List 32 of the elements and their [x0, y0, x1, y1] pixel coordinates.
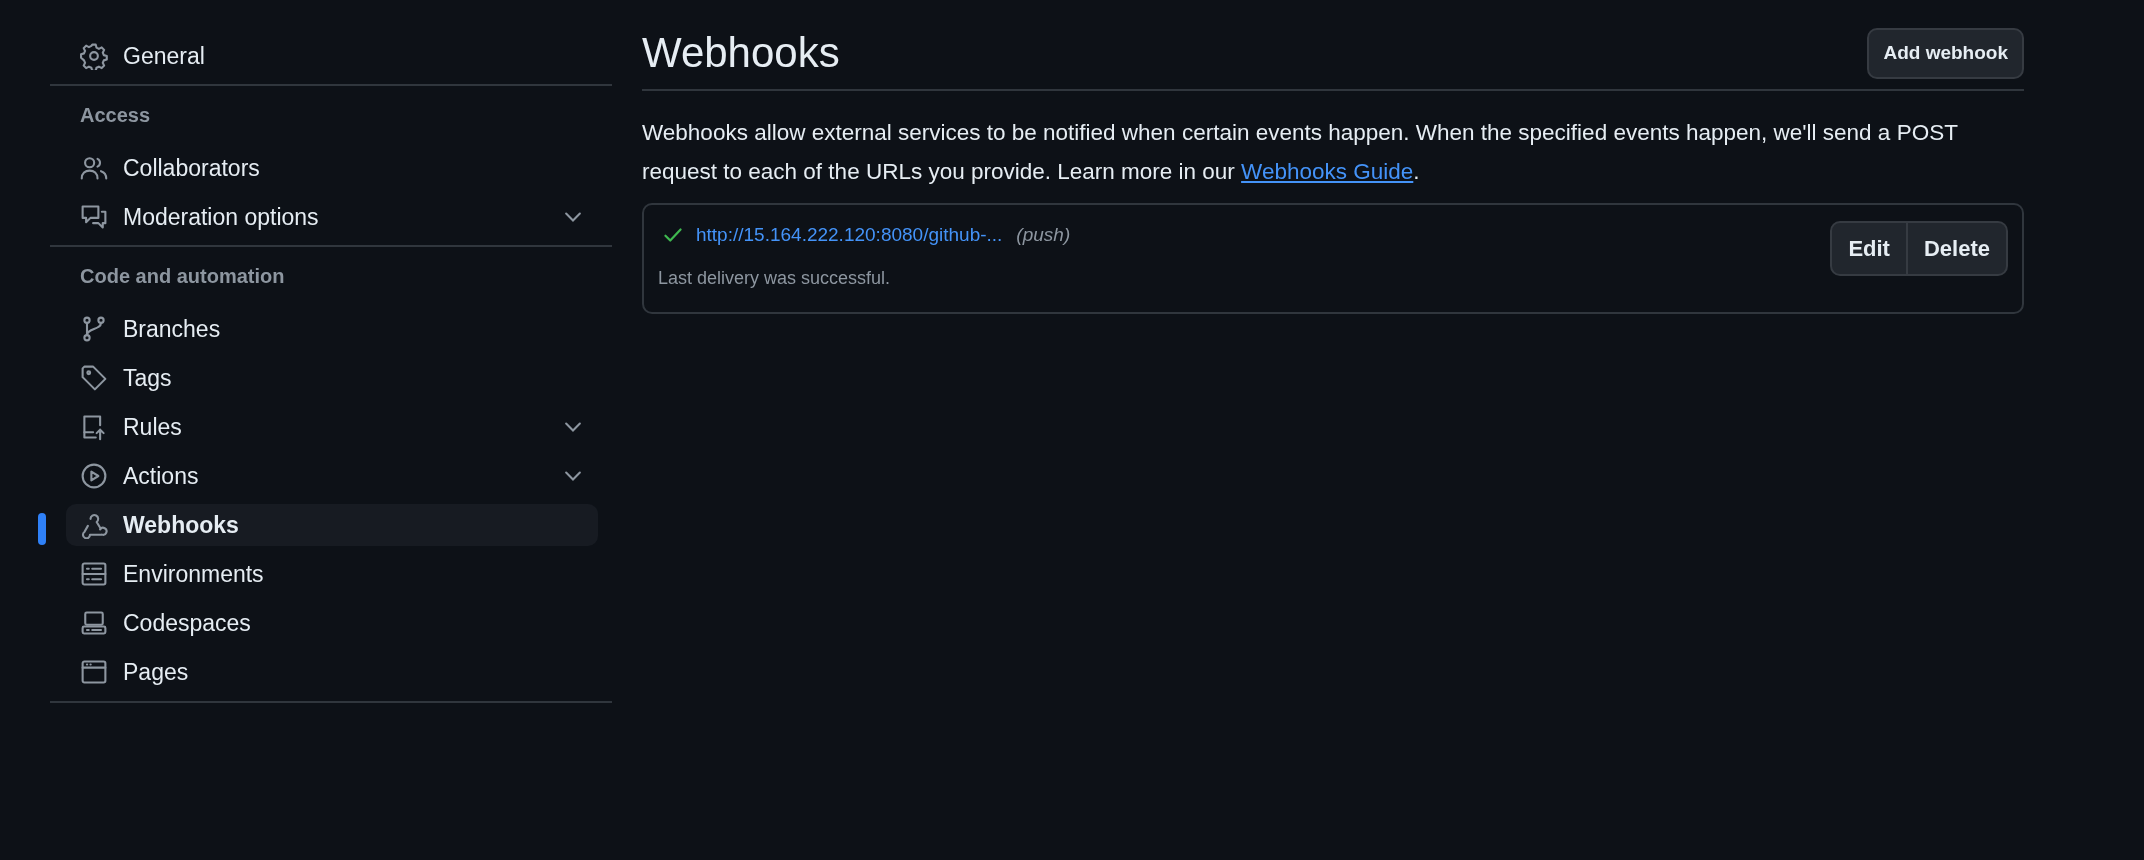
edit-button[interactable]: Edit	[1830, 220, 1908, 276]
play-circle-icon	[80, 462, 108, 490]
sidebar-item[interactable]: Rules	[66, 406, 598, 448]
sidebar-item[interactable]: Collaborators	[66, 147, 598, 189]
branch-icon	[80, 315, 108, 343]
description-text: Webhooks allow external services to be notified when certain events happen. When the specified events happen, we'll send a POST request to each of the URLs you provide. Learn more in our Webhooks Guide.	[642, 118, 1959, 186]
sidebar-item[interactable]: Moderation options	[66, 196, 598, 238]
delivery-status: Last delivery was successful.	[658, 267, 892, 290]
sidebar-item[interactable]: Environments	[66, 553, 598, 595]
document-arrow-icon	[80, 413, 108, 441]
sidebar-item[interactable]: Codespaces	[66, 602, 598, 644]
tag-icon	[80, 364, 108, 392]
gear-icon	[80, 42, 108, 70]
webhook-url-link[interactable]: http://15.164.222.120:8080/github-...	[696, 220, 1003, 249]
sidebar-item[interactable]: Actions	[66, 455, 598, 497]
webhook-icon	[80, 511, 108, 539]
server-icon	[80, 560, 108, 588]
sidebar-item[interactable]: Pages	[66, 651, 598, 693]
webhook-events: (push)	[1016, 222, 1071, 247]
section-heading: Access	[79, 103, 151, 128]
people-icon	[80, 154, 108, 182]
guide-link[interactable]: Webhooks Guide	[1241, 158, 1414, 184]
comment-icon	[80, 203, 108, 231]
delete-button[interactable]: Delete	[1907, 220, 2008, 276]
page-title: Webhooks	[642, 28, 840, 79]
laptop-icon	[80, 609, 108, 637]
browser-icon	[80, 658, 108, 686]
section-heading: Code and automation	[79, 264, 285, 289]
sidebar-item[interactable]: Branches	[66, 308, 598, 350]
sidebar-item[interactable]: Tags	[66, 357, 598, 399]
add-webhook-button[interactable]: Add webhook	[1867, 28, 2024, 79]
sidebar-item[interactable]: General	[66, 35, 598, 77]
